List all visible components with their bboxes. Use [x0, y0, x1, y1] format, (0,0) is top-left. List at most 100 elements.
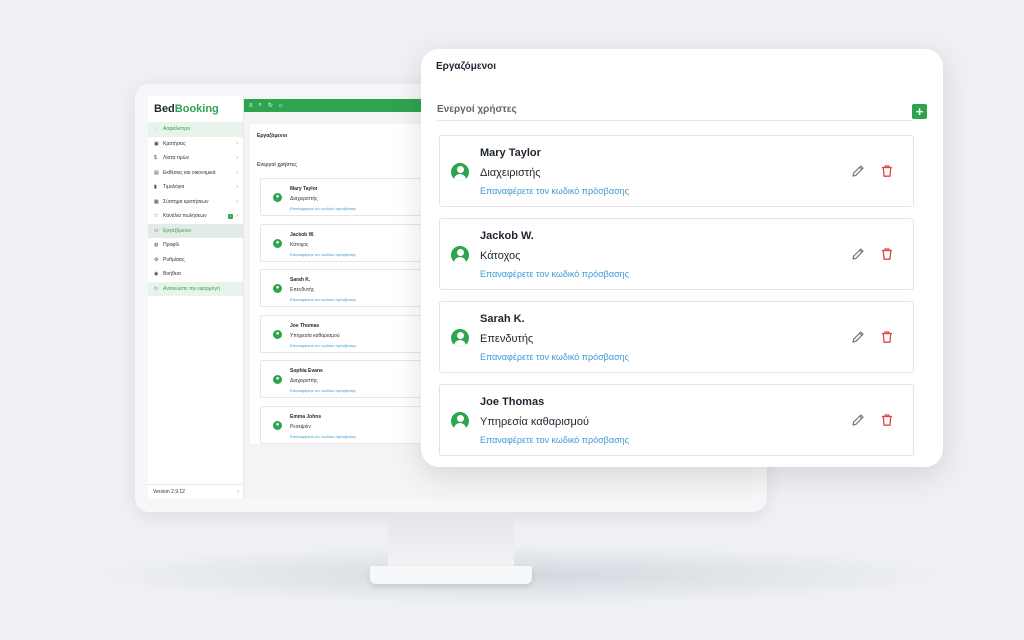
- chevron-right-icon: ›: [236, 198, 238, 205]
- sidebar-item[interactable]: ⚇ Εργαζόμενοι: [148, 223, 243, 238]
- inner-page-title: Εργαζόμενοι: [257, 133, 288, 139]
- pencil-icon: [852, 331, 864, 343]
- edit-button[interactable]: [850, 246, 866, 262]
- refresh-icon: ↻: [154, 285, 159, 292]
- search-icon[interactable]: ⌕: [259, 102, 262, 109]
- reset-password-link[interactable]: Επαναφέρετε τον κωδικό πρόσβασης: [290, 297, 356, 302]
- reset-password-link[interactable]: Επαναφέρετε τον κωδικό πρόσβασης: [290, 252, 356, 257]
- sidebar-item-label: Εκθέσεις και οικονομικά: [163, 169, 216, 176]
- trash-icon: [882, 331, 892, 343]
- chevron-right-icon: ›: [236, 155, 238, 162]
- user-card: Joe Thomas Υπηρεσία καθαρισμού Επαναφέρετε…: [439, 384, 914, 456]
- delete-button[interactable]: [879, 163, 895, 179]
- dollar-icon: $: [154, 155, 157, 162]
- sidebar-item[interactable]: ◍ Προφίλ: [148, 238, 243, 253]
- inner-section-title: Ενεργοί χρήστες: [257, 162, 297, 168]
- reset-password-link[interactable]: Επαναφέρετε τον κωδικό πρόσβασης: [480, 435, 629, 445]
- reset-password-link[interactable]: Επαναφέρετε τον κωδικό πρόσβασης: [480, 352, 629, 362]
- user-role: Ρεσεψιόν: [290, 423, 311, 430]
- sidebar-item-label: Ανανεώστε την εφαρμογή: [163, 285, 220, 292]
- sidebar-item-label: Τιμολόγια: [163, 184, 185, 191]
- shield-icon: ◌: [154, 126, 157, 133]
- sidebar-item[interactable]: ▦ Σύστημα κρατήσεων ›: [148, 195, 243, 210]
- user-role: Διαχειριστής: [290, 378, 318, 384]
- user-card: Mary Taylor Διαχειριστής Επαναφέρετε τον κ…: [439, 135, 914, 207]
- edit-button[interactable]: [850, 329, 866, 345]
- user-name: Jackob W.: [480, 230, 534, 242]
- user-role: Επενδυτής: [480, 333, 534, 345]
- user-avatar-icon: ●: [273, 193, 282, 202]
- logo-text-booking: Booking: [174, 103, 219, 115]
- pencil-icon: [852, 248, 864, 260]
- chart-icon: ▤: [154, 169, 159, 176]
- user-name: Emma Johns: [290, 413, 322, 420]
- trash-icon: [882, 248, 892, 260]
- logo-text-bed: Bed: [154, 103, 175, 115]
- section-divider: [437, 120, 913, 121]
- sidebar-item-label: Λίστα τιμών: [163, 155, 190, 162]
- reset-password-link[interactable]: Επαναφέρετε τον κωδικό πρόσβασης: [290, 434, 356, 439]
- sidebar-footer[interactable]: Version 2.9.12 ›: [148, 484, 244, 498]
- sidebar: Bed Booking ◌ Ασφάλιστρο ▣ Κρατήσεις › $ Λίστα …: [148, 96, 244, 498]
- version-label: Version 2.9.12: [153, 488, 185, 495]
- sidebar-item[interactable]: ▮ Τιμολόγια ›: [148, 180, 243, 195]
- delete-button[interactable]: [879, 329, 895, 345]
- help-icon: ◉: [154, 271, 159, 278]
- edit-button[interactable]: [850, 412, 866, 428]
- app-logo[interactable]: Bed Booking: [148, 96, 243, 122]
- sidebar-item[interactable]: ◉ Βοήθεια: [148, 267, 243, 282]
- sidebar-item[interactable]: ↻ Ανανεώστε την εφαρμογή: [148, 281, 243, 296]
- user-name: Sophia Evans: [290, 368, 323, 374]
- user-avatar-icon: ●: [273, 238, 282, 248]
- user-name: Joe Thomas: [480, 396, 545, 408]
- user-name: Mary Taylor: [480, 147, 541, 159]
- sidebar-item-label: Εργαζόμενοι: [163, 227, 191, 234]
- delete-button[interactable]: [879, 246, 895, 262]
- menu-icon[interactable]: ≡: [249, 103, 253, 109]
- user-role: Υπηρεσία καθαρισμού: [480, 416, 590, 428]
- user-role: Υπηρεσία καθαρισμού: [290, 332, 340, 339]
- user-role: Διαχειριστής: [480, 167, 541, 179]
- user-avatar-icon: [451, 412, 469, 430]
- sidebar-item-label: Κανάλια πωλήσεων: [163, 213, 207, 220]
- grid-icon: ▦: [154, 198, 159, 205]
- employees-panel: Εργαζόμενοι Ενεργοί χρήστες + Mary Taylo…: [421, 49, 943, 467]
- sidebar-item[interactable]: ⚙ Ρυθμίσεις: [148, 253, 243, 268]
- reset-password-link[interactable]: Επαναφέρετε τον κωδικό πρόσβασης: [480, 186, 629, 196]
- sidebar-item[interactable]: ◌ Ασφάλιστρο: [148, 122, 243, 137]
- user-avatar-icon: [451, 163, 469, 181]
- sidebar-item[interactable]: ☆ Κανάλια πωλήσεων 1 ›: [148, 209, 243, 224]
- trash-icon: [882, 165, 892, 177]
- delete-button[interactable]: [879, 412, 895, 428]
- sidebar-item[interactable]: ▤ Εκθέσεις και οικονομικά ›: [148, 166, 243, 181]
- sidebar-item-label: Κρατήσεις: [163, 140, 186, 147]
- sidebar-item-label: Ασφάλιστρο: [163, 126, 190, 133]
- user-avatar-icon: [451, 246, 469, 264]
- chevron-right-icon: ›: [236, 184, 238, 191]
- sidebar-item-label: Προφίλ: [163, 242, 180, 249]
- user-role: Κάτοχος: [480, 250, 521, 262]
- reset-password-link[interactable]: Επαναφέρετε τον κωδικό πρόσβασης: [290, 206, 356, 211]
- chevron-right-icon: ›: [236, 213, 238, 220]
- trash-icon: [882, 414, 892, 426]
- user-card: Sarah K. Επενδυτής Επαναφέρετε τον κωδικό …: [439, 301, 914, 373]
- user-role: Κάτοχος: [290, 241, 309, 248]
- home-icon[interactable]: ⌂: [279, 103, 283, 109]
- sidebar-item[interactable]: $ Λίστα τιμών ›: [148, 151, 243, 166]
- user-avatar-icon: ●: [273, 329, 282, 339]
- sidebar-item-label: Βοήθεια: [163, 271, 181, 278]
- reset-password-link[interactable]: Επαναφέρετε τον κωδικό πρόσβασης: [480, 269, 629, 279]
- file-icon: ▮: [154, 184, 157, 191]
- reset-password-link[interactable]: Επαναφέρετε τον κωδικό πρόσβασης: [290, 343, 356, 348]
- user-avatar-icon: ●: [273, 284, 282, 293]
- edit-button[interactable]: [850, 163, 866, 179]
- monitor-stand-base: [370, 566, 532, 584]
- refresh-icon[interactable]: ↻: [268, 102, 273, 109]
- add-user-button[interactable]: +: [912, 104, 927, 119]
- chevron-right-icon: ›: [236, 169, 238, 176]
- user-name: Sarah K.: [480, 313, 525, 325]
- reset-password-link[interactable]: Επαναφέρετε τον κωδικό πρόσβασης: [290, 388, 356, 393]
- monitor-stand-neck: [388, 512, 514, 570]
- sidebar-item[interactable]: ▣ Κρατήσεις ›: [148, 137, 243, 152]
- profile-icon: ◍: [154, 242, 159, 249]
